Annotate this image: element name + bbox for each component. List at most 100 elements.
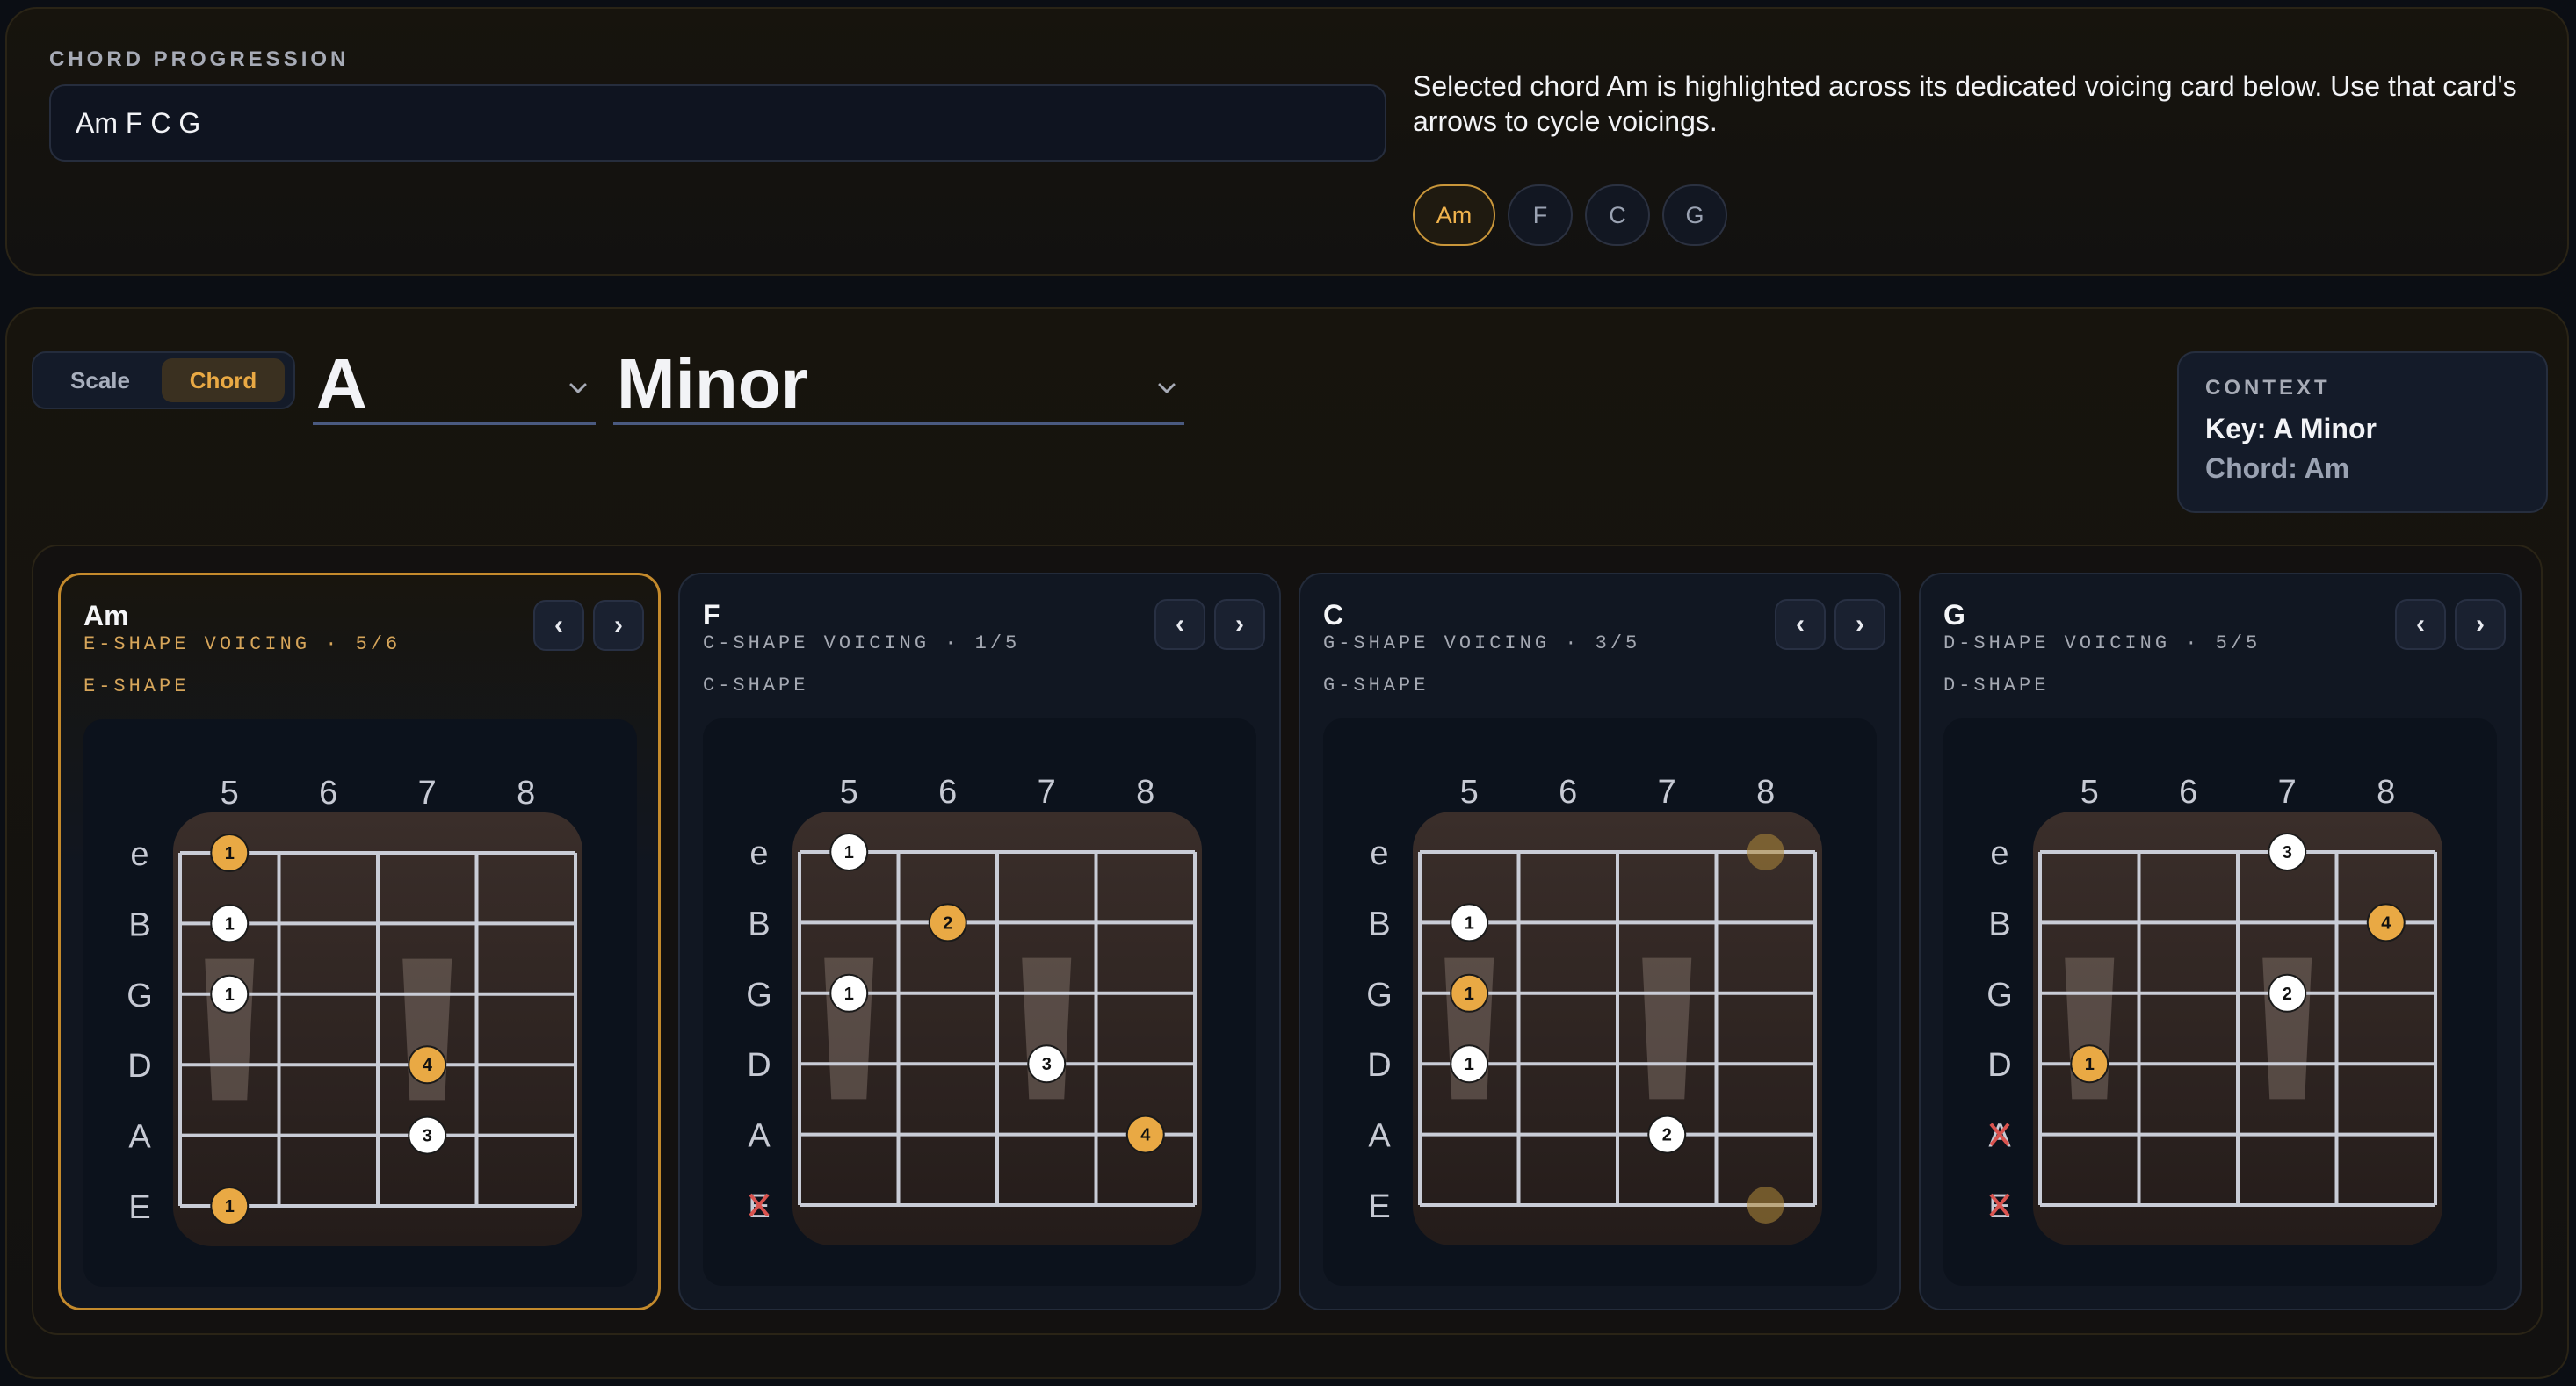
chevron-right-icon: ›	[2476, 610, 2485, 639]
voicing-card-g[interactable]: G D-SHAPE VOICING · 5/5 D-SHAPE ‹ › 5 6 7 8…	[1919, 573, 2522, 1310]
fretboard-svg: 5 6 7 8 eBGDAE 1 1 1 2	[1366, 774, 1822, 1245]
string-name: B	[748, 906, 770, 942]
ghost-note	[1747, 1187, 1784, 1224]
string-name: G	[127, 978, 153, 1014]
fret-number: 8	[1136, 774, 1154, 811]
chord-chip-g[interactable]: G	[1662, 184, 1727, 246]
finger-number: 3	[1042, 1055, 1052, 1074]
chevron-down-icon	[569, 383, 587, 393]
chord-quality-value: Minor	[617, 343, 808, 422]
finger-number: 2	[943, 913, 952, 933]
string-name: G	[746, 977, 772, 1014]
context-title: CONTEXT	[2205, 376, 2331, 400]
voicing-cards: Am E-SHAPE VOICING · 5/6 E-SHAPE ‹ › 5 6 7…	[32, 545, 2543, 1335]
root-note-select[interactable]: A	[313, 344, 596, 425]
string-name: e	[1990, 835, 2008, 872]
context-box: CONTEXT Key: A Minor Chord: Am	[2177, 351, 2548, 513]
card-shape-label: C-SHAPE	[703, 675, 809, 697]
voicing-card-f[interactable]: F C-SHAPE VOICING · 1/5 C-SHAPE ‹ › 5 6 7 8…	[678, 573, 1281, 1310]
chord-quality-select[interactable]: Minor	[613, 344, 1184, 425]
chord-chip-am[interactable]: Am	[1413, 184, 1495, 246]
chevron-right-icon: ›	[614, 610, 623, 639]
chord-mode-button[interactable]: Chord	[162, 358, 285, 402]
fret-number: 5	[2080, 774, 2099, 811]
fret-number: 7	[2278, 774, 2297, 811]
prev-voicing-button[interactable]: ‹	[533, 600, 584, 651]
scale-mode-button[interactable]: Scale	[39, 358, 162, 402]
finger-number: 1	[225, 844, 235, 863]
string-name: G	[1986, 977, 2013, 1014]
finger-number: 1	[2085, 1055, 2095, 1074]
context-key: Key: A Minor	[2205, 413, 2377, 444]
fret-number: 7	[1038, 774, 1056, 811]
string-name: E	[1368, 1188, 1390, 1225]
chord-chip-f[interactable]: F	[1508, 184, 1573, 246]
prev-voicing-button[interactable]: ‹	[1775, 599, 1826, 650]
finger-number: 1	[844, 843, 854, 863]
string-name: A	[1368, 1118, 1391, 1155]
chevron-left-icon: ‹	[2416, 610, 2425, 639]
fretboard-svg: 5 6 7 8 eBGDAE 1 1 1 4 3 1	[127, 775, 582, 1246]
string-name: e	[130, 836, 148, 873]
fret-number: 5	[1460, 774, 1479, 811]
fret-number: 8	[1756, 774, 1775, 811]
fret-number: 5	[221, 775, 239, 812]
finger-number: 1	[225, 985, 235, 1005]
voicing-card-c[interactable]: C G-SHAPE VOICING · 3/5 G-SHAPE ‹ › 5 6 7 8…	[1299, 573, 1901, 1310]
chevron-left-icon: ‹	[1796, 610, 1805, 639]
fret-number: 5	[840, 774, 858, 811]
card-voicing-label: G-SHAPE VOICING · 3/5	[1323, 632, 1641, 654]
root-note-value: A	[316, 343, 367, 422]
next-voicing-button[interactable]: ›	[1214, 599, 1265, 650]
finger-number: 1	[844, 985, 854, 1004]
fret-number: 6	[938, 774, 957, 811]
card-shape-label: G-SHAPE	[1323, 675, 1429, 697]
fret-inlay	[1642, 957, 1692, 1100]
chord-chip-c[interactable]: C	[1585, 184, 1650, 246]
next-voicing-button[interactable]: ›	[2455, 599, 2506, 650]
voicing-card-am[interactable]: Am E-SHAPE VOICING · 5/6 E-SHAPE ‹ › 5 6 7…	[58, 573, 661, 1310]
finger-number: 1	[225, 914, 235, 934]
card-voicing-label: C-SHAPE VOICING · 1/5	[703, 632, 1021, 654]
chord-chip-row: Am F C G	[1413, 184, 1727, 246]
string-name: e	[749, 835, 768, 872]
finger-number: 2	[2283, 985, 2292, 1004]
finger-number: 1	[225, 1197, 235, 1216]
fretboard-diagram: 5 6 7 8 eBGDAE 1 1 1 4 3 1	[83, 719, 637, 1287]
card-voicing-label: D-SHAPE VOICING · 5/5	[1943, 632, 2261, 654]
finger-number: 3	[423, 1127, 432, 1146]
fretboard-diagram: 5678eBGDAE12134	[703, 718, 1256, 1286]
context-chord: Chord: Am	[2205, 452, 2350, 484]
progression-info-text: Selected chord Am is highlighted across …	[1413, 70, 2517, 137]
chevron-right-icon: ›	[1856, 610, 1864, 639]
card-chord-name: F	[703, 599, 720, 631]
string-name: E	[128, 1189, 150, 1226]
prev-voicing-button[interactable]: ‹	[2395, 599, 2446, 650]
string-name: D	[1987, 1047, 2011, 1084]
finger-number: 4	[423, 1056, 433, 1075]
card-shape-label: D-SHAPE	[1943, 675, 2050, 697]
prev-voicing-button[interactable]: ‹	[1154, 599, 1205, 650]
finger-number: 3	[2283, 843, 2292, 863]
chevron-right-icon: ›	[1235, 610, 1244, 639]
chevron-left-icon: ‹	[1176, 610, 1184, 639]
next-voicing-button[interactable]: ›	[593, 600, 644, 651]
next-voicing-button[interactable]: ›	[1834, 599, 1885, 650]
card-chord-name: C	[1323, 599, 1344, 631]
fret-number: 8	[2377, 774, 2395, 811]
string-name: B	[1368, 906, 1390, 942]
ghost-note	[1747, 834, 1784, 870]
fret-number: 7	[1658, 774, 1676, 811]
fretboard-svg: 5678eBGDAE3421	[1986, 774, 2442, 1245]
finger-number: 2	[1662, 1126, 1672, 1145]
fretboard-diagram: 5678eBGDAE3421	[1943, 718, 2497, 1286]
finger-number: 4	[2381, 913, 2391, 933]
fret-number: 6	[319, 775, 337, 812]
card-shape-label: E-SHAPE	[83, 675, 190, 697]
fret-number: 6	[1559, 774, 1577, 811]
fret-number: 8	[517, 775, 535, 812]
chord-progression-input[interactable]: Am F C G	[49, 84, 1386, 162]
string-name: A	[748, 1118, 771, 1155]
fret-number: 6	[2179, 774, 2197, 811]
chevron-down-icon	[1158, 383, 1176, 393]
